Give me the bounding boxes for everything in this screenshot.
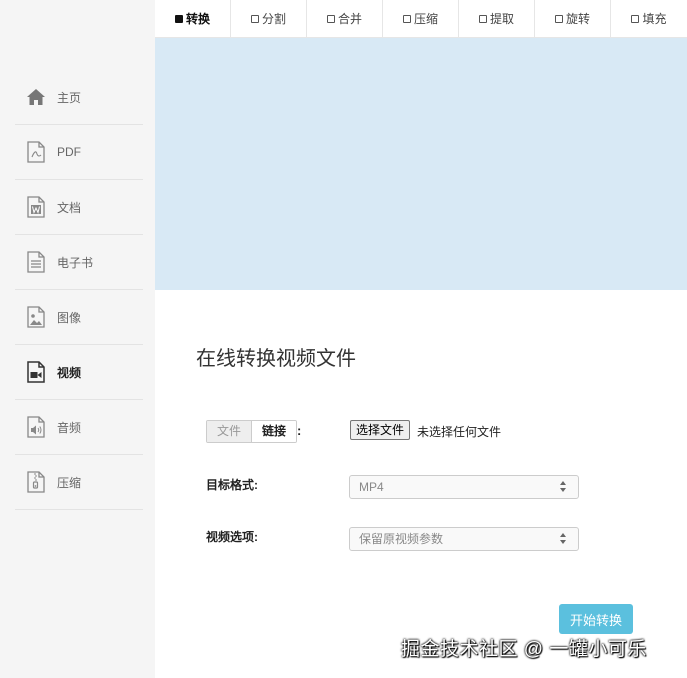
checkbox-icon bbox=[174, 14, 183, 23]
checkbox-icon bbox=[631, 14, 640, 23]
checkbox-icon bbox=[250, 14, 259, 23]
sidebar-item-home[interactable]: 主页 bbox=[15, 70, 143, 125]
banner-area bbox=[155, 38, 687, 290]
source-file-tab[interactable]: 文件 bbox=[207, 421, 253, 442]
tab-compress[interactable]: 压缩 bbox=[383, 0, 459, 37]
tab-label: 提取 bbox=[489, 12, 514, 26]
sidebar: 主页 PDF 文档 电子书 图像 视频 音频 压缩 bbox=[0, 0, 155, 678]
sidebar-item-video[interactable]: 视频 bbox=[15, 345, 143, 400]
target-format-label: 目标格式: bbox=[206, 478, 258, 492]
sidebar-item-document[interactable]: 文档 bbox=[15, 180, 143, 235]
operation-tabs: 转换 分割 合并 压缩 提取 旋转 填充 bbox=[155, 0, 687, 38]
video-options-label: 视频选项: bbox=[206, 530, 258, 544]
home-icon bbox=[25, 85, 47, 109]
source-link-tab[interactable]: 链接 bbox=[252, 421, 297, 442]
tab-fill[interactable]: 填充 bbox=[611, 0, 687, 37]
video-file-icon bbox=[25, 360, 47, 384]
sidebar-item-label: 文档 bbox=[57, 200, 82, 215]
sidebar-item-label: 图像 bbox=[57, 310, 82, 325]
sidebar-item-label: 压缩 bbox=[57, 475, 82, 490]
target-format-value: MP4 bbox=[359, 480, 384, 494]
sidebar-item-label: 主页 bbox=[57, 90, 82, 105]
sidebar-item-label: PDF bbox=[57, 145, 81, 159]
sidebar-item-label: 电子书 bbox=[57, 255, 94, 270]
sidebar-item-label: 音频 bbox=[57, 420, 82, 435]
sidebar-item-compress[interactable]: 压缩 bbox=[15, 455, 143, 510]
video-options-value: 保留原视频参数 bbox=[359, 532, 444, 546]
watermark-text: 掘金技术社区 @ 一罐小可乐 bbox=[401, 639, 647, 660]
zip-file-icon bbox=[25, 470, 47, 494]
tab-label: 分割 bbox=[261, 12, 286, 26]
no-file-text: 未选择任何文件 bbox=[417, 425, 502, 439]
tab-label: 合并 bbox=[337, 12, 362, 26]
start-convert-button[interactable]: 开始转换 bbox=[559, 604, 633, 634]
target-format-select[interactable]: MP4 bbox=[349, 475, 579, 499]
checkbox-icon bbox=[326, 14, 335, 23]
tab-extract[interactable]: 提取 bbox=[459, 0, 535, 37]
checkbox-icon bbox=[402, 14, 411, 23]
tab-split[interactable]: 分割 bbox=[231, 0, 307, 37]
select-arrows-icon bbox=[560, 533, 566, 545]
tab-convert[interactable]: 转换 bbox=[155, 0, 231, 37]
sidebar-item-label: 视频 bbox=[57, 365, 82, 380]
image-file-icon bbox=[25, 305, 47, 329]
choose-file-button[interactable]: 选择文件 bbox=[350, 420, 411, 440]
select-arrows-icon bbox=[560, 481, 566, 493]
ebook-icon bbox=[25, 250, 47, 274]
tab-label: 填充 bbox=[642, 12, 667, 26]
pdf-file-icon bbox=[25, 140, 47, 164]
tab-label: 转换 bbox=[185, 12, 210, 26]
sidebar-nav: 主页 PDF 文档 电子书 图像 视频 音频 压缩 bbox=[15, 70, 143, 510]
page-title: 在线转换视频文件 bbox=[196, 348, 356, 370]
source-toggle: 文件 链接 bbox=[206, 420, 298, 443]
audio-file-icon bbox=[25, 415, 47, 439]
sidebar-item-ebook[interactable]: 电子书 bbox=[15, 235, 143, 290]
checkbox-icon bbox=[554, 14, 563, 23]
word-document-icon bbox=[25, 195, 47, 219]
sidebar-item-image[interactable]: 图像 bbox=[15, 290, 143, 345]
sidebar-item-audio[interactable]: 音频 bbox=[15, 400, 143, 455]
checkbox-icon bbox=[478, 14, 487, 23]
sidebar-item-pdf[interactable]: PDF bbox=[15, 125, 143, 180]
tab-label: 压缩 bbox=[413, 12, 438, 26]
tab-rotate[interactable]: 旋转 bbox=[535, 0, 611, 37]
source-colon: : bbox=[297, 423, 302, 438]
tab-merge[interactable]: 合并 bbox=[307, 0, 383, 37]
tab-label: 旋转 bbox=[565, 12, 590, 26]
video-options-select[interactable]: 保留原视频参数 bbox=[349, 527, 579, 551]
